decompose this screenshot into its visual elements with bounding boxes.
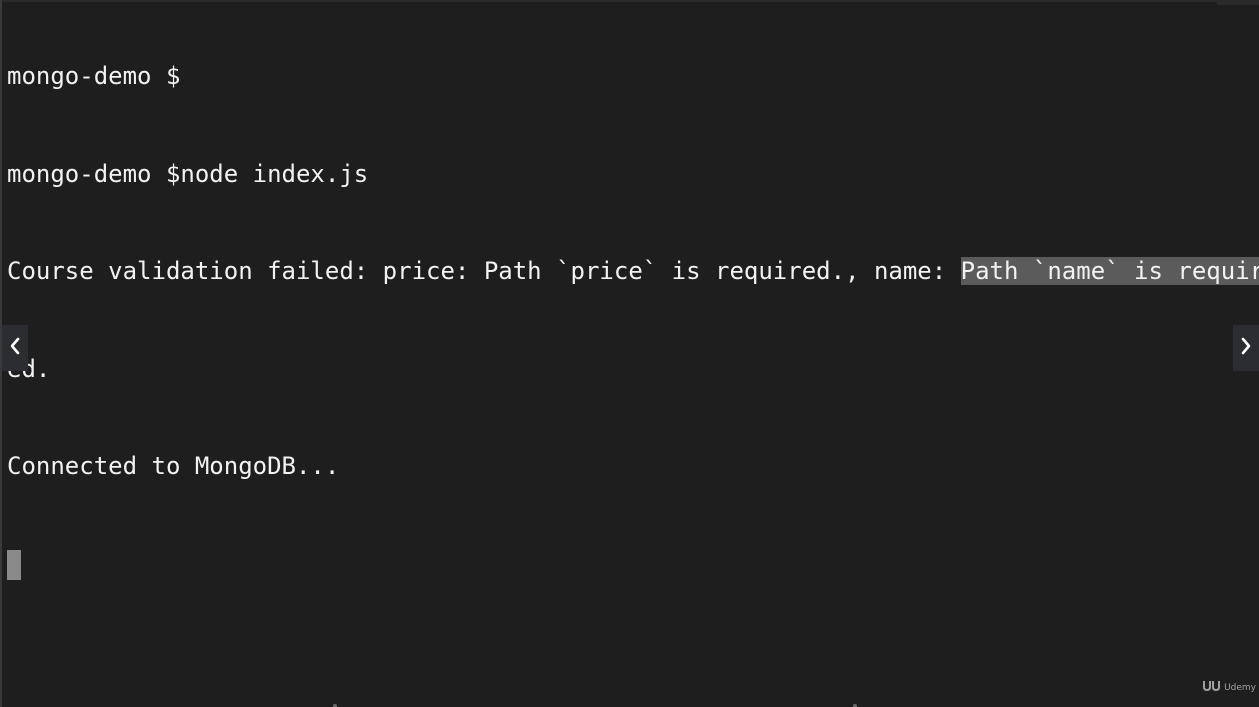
terminal-line-cursor[interactable] (7, 548, 1259, 581)
terminal-line-error: Course validation failed: price: Path `p… (7, 255, 1259, 288)
previous-button[interactable] (2, 325, 28, 371)
udemy-watermark: Udemy (1202, 678, 1256, 697)
terminal-line-connected: Connected to MongoDB... (7, 452, 340, 480)
terminal-output[interactable]: mongo-demo $ mongo-demo $node index.js C… (7, 0, 1259, 645)
terminal-line-error-wrap: ed. (7, 354, 51, 383)
error-text: Course validation failed: price: Path `p… (7, 257, 961, 285)
terminal-cursor (7, 549, 21, 580)
next-button[interactable] (1233, 325, 1259, 371)
terminal-line-command: mongo-demo $node index.js (7, 159, 369, 188)
watermark-text: Udemy (1224, 682, 1256, 693)
udemy-logo-icon (1202, 678, 1221, 697)
chevron-right-icon (1240, 336, 1252, 361)
selected-text[interactable]: Path `name` is requir (960, 257, 1259, 285)
terminal-line-prompt: mongo-demo $ (7, 62, 181, 90)
terminal-window: mongo-demo $ mongo-demo $node index.js C… (0, 0, 1259, 707)
chevron-left-icon (9, 336, 21, 361)
